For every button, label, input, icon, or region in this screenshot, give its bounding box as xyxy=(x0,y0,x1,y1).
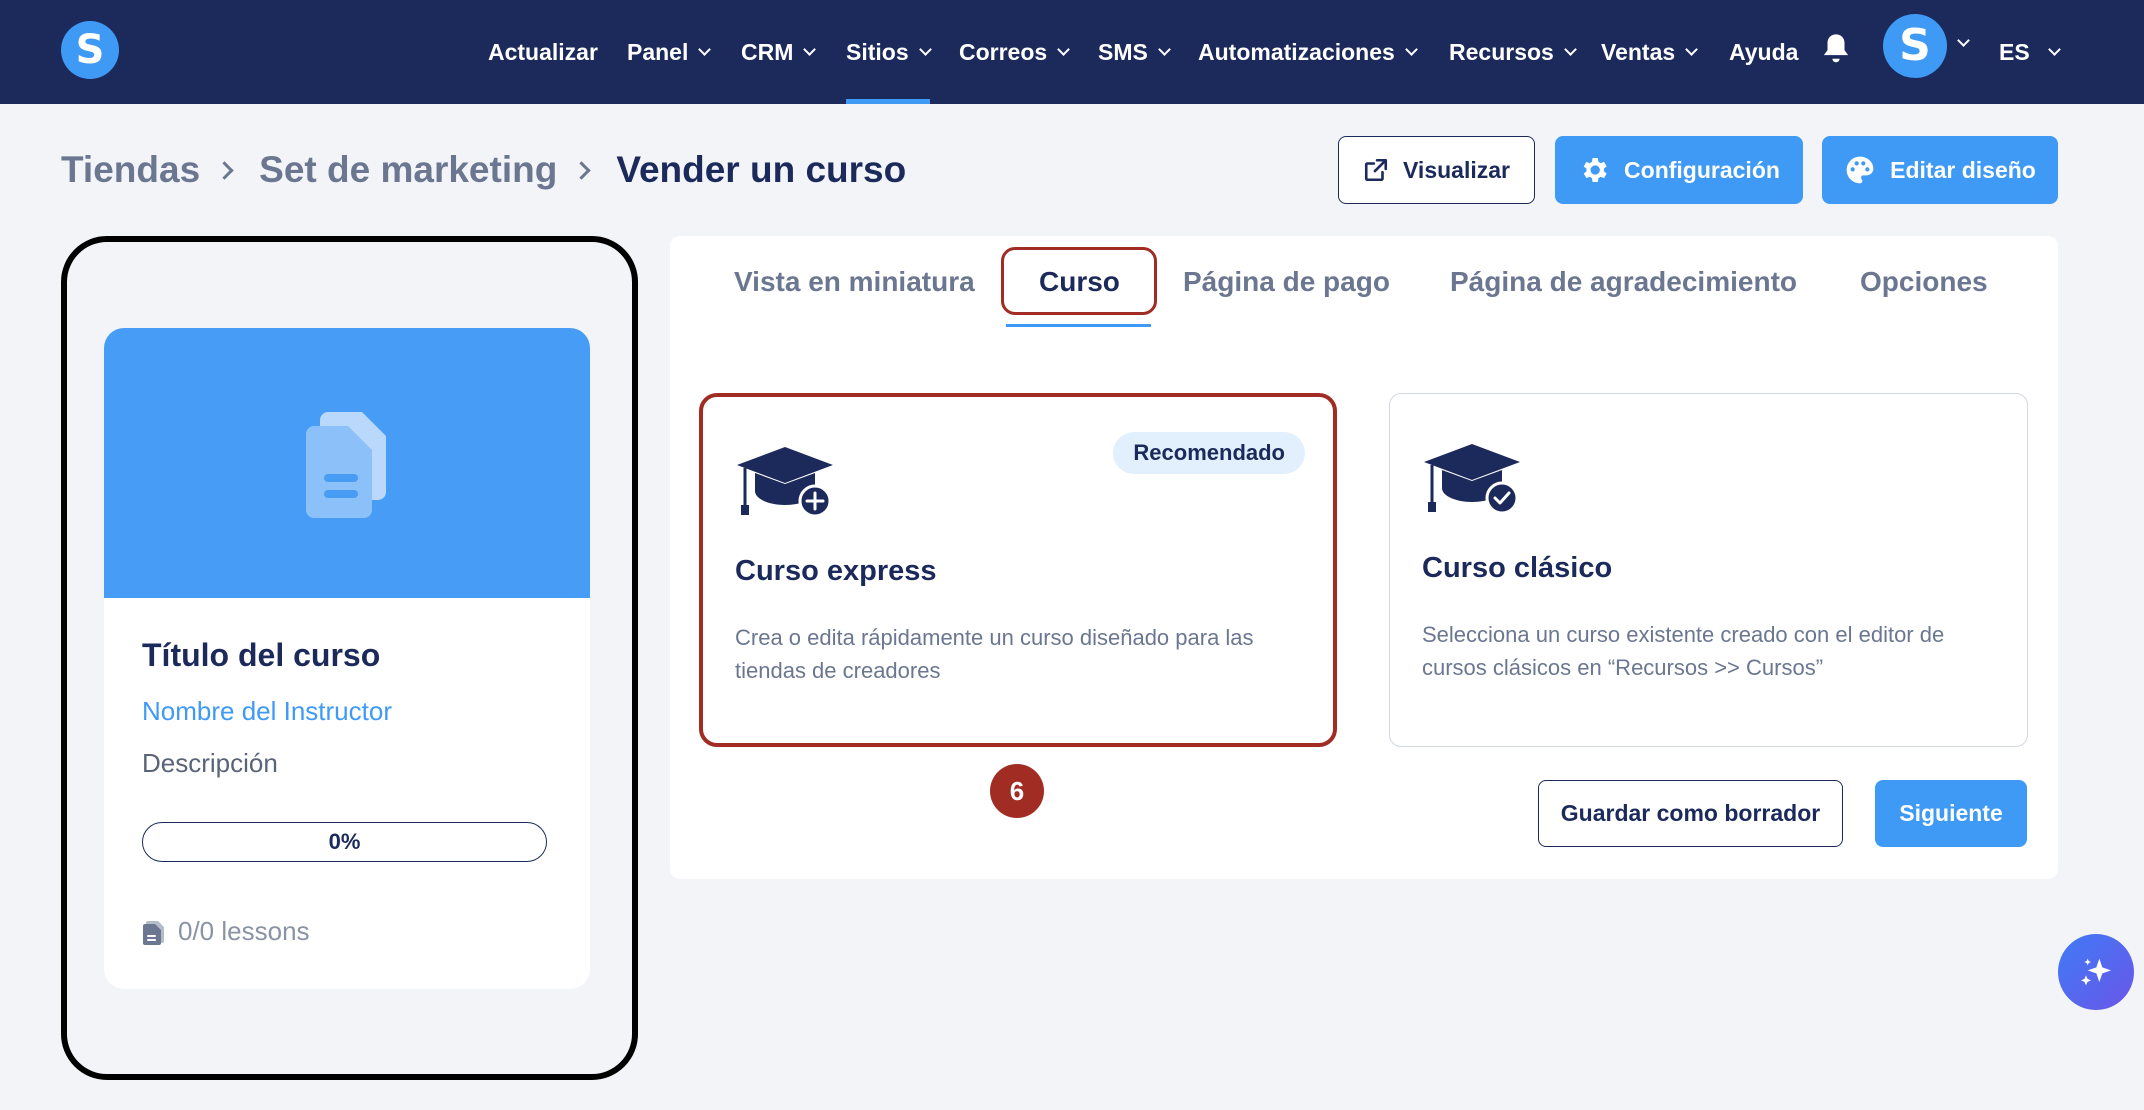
breadcrumb-tiendas[interactable]: Tiendas xyxy=(61,149,200,191)
course-title: Título del curso xyxy=(142,637,381,673)
sparkles-icon xyxy=(2081,958,2111,986)
course-instructor: Nombre del Instructor xyxy=(142,696,392,726)
nav-item-sms[interactable]: SMS xyxy=(1098,0,1171,104)
nav-item-label: Panel xyxy=(627,38,689,65)
nav-item-ayuda[interactable]: Ayuda xyxy=(1729,0,1798,104)
nav-item-panel[interactable]: Panel xyxy=(627,0,712,104)
chevron-right-icon xyxy=(215,160,234,180)
bell-icon[interactable] xyxy=(1821,32,1851,66)
chevron-right-icon xyxy=(572,160,592,180)
nav-item-label: Correos xyxy=(959,38,1048,65)
chevron-down-icon xyxy=(1563,42,1577,56)
nav-item-label: Automatizaciones xyxy=(1198,38,1395,65)
option-description: Selecciona un curso existente creado con… xyxy=(1422,622,1945,680)
language-selector[interactable]: ES xyxy=(1999,0,2061,104)
tab-pagina-de-pago[interactable]: Página de pago xyxy=(1183,266,1390,306)
course-preview-card: Título del curso Nombre del Instructor D… xyxy=(104,328,590,989)
documents-icon xyxy=(306,412,386,518)
user-avatar[interactable]: S xyxy=(1883,14,1947,78)
language-label: ES xyxy=(1999,38,2030,65)
lessons-count: 0/0 lessons xyxy=(142,916,310,947)
lessons-label: 0/0 lessons xyxy=(178,916,310,946)
graduation-cap-plus-icon xyxy=(737,447,833,518)
option-card-curso-clasico[interactable]: Curso clásico Selecciona un curso existe… xyxy=(1389,393,2028,747)
chevron-down-icon xyxy=(1157,42,1171,56)
ai-assistant-button[interactable] xyxy=(2058,934,2134,1010)
external-link-icon xyxy=(1364,158,1388,182)
settings-button[interactable]: Configuración xyxy=(1555,136,1803,204)
edit-design-button-label: Editar diseño xyxy=(1890,156,2036,183)
course-description: Descripción xyxy=(142,748,278,778)
nav-item-label: Ayuda xyxy=(1729,38,1799,65)
palette-icon xyxy=(1846,156,1874,184)
chevron-down-icon xyxy=(1404,42,1418,56)
preview-button-label: Visualizar xyxy=(1403,156,1510,183)
document-icon xyxy=(143,920,164,945)
nav-item-recursos[interactable]: Recursos xyxy=(1449,0,1577,104)
nav-item-crm[interactable]: CRM xyxy=(741,0,817,104)
chevron-down-icon xyxy=(918,42,932,56)
course-progress-bar: 0% xyxy=(142,822,547,862)
option-description: Crea o edita rápidamente un curso diseña… xyxy=(735,625,1254,683)
chevron-down-icon xyxy=(803,42,817,56)
nav-item-label: CRM xyxy=(741,38,794,65)
save-draft-button[interactable]: Guardar como borrador xyxy=(1538,780,1843,847)
progress-label: 0% xyxy=(328,829,361,854)
preview-button[interactable]: Visualizar xyxy=(1338,136,1535,204)
chevron-down-icon xyxy=(698,42,712,56)
settings-button-label: Configuración xyxy=(1624,156,1780,183)
app-logo[interactable]: S xyxy=(61,21,119,79)
step-number-badge: 6 xyxy=(990,764,1044,818)
option-card-curso-express[interactable]: Recomendado Curso express Crea o edita r… xyxy=(699,393,1337,747)
nav-item-actualizar[interactable]: Actualizar xyxy=(488,0,598,104)
breadcrumb: Tiendas Set de marketing Vender un curso xyxy=(61,145,906,195)
gear-icon xyxy=(1583,158,1607,182)
top-navbar: S Actualizar Panel CRM Sitios Correos SM… xyxy=(0,0,2144,104)
nav-item-label: Sitios xyxy=(846,38,909,65)
graduation-cap-check-icon xyxy=(1424,444,1520,515)
nav-item-ventas[interactable]: Ventas xyxy=(1601,0,1699,104)
nav-item-label: Recursos xyxy=(1449,38,1554,65)
nav-item-correos[interactable]: Correos xyxy=(959,0,1071,104)
tab-highlight-outline xyxy=(1001,247,1157,315)
chevron-down-icon[interactable] xyxy=(1957,34,1970,47)
breadcrumb-set-de-marketing[interactable]: Set de marketing xyxy=(259,149,557,191)
tab-pagina-de-agradecimiento[interactable]: Página de agradecimiento xyxy=(1450,266,1797,306)
tab-opciones[interactable]: Opciones xyxy=(1860,266,1988,306)
nav-item-label: Ventas xyxy=(1601,38,1676,65)
chevron-down-icon xyxy=(2047,42,2061,56)
edit-design-button[interactable]: Editar diseño xyxy=(1822,136,2058,204)
nav-item-label: SMS xyxy=(1098,38,1148,65)
nav-item-sitios[interactable]: Sitios xyxy=(846,0,932,104)
nav-item-automatizaciones[interactable]: Automatizaciones xyxy=(1198,0,1418,104)
option-title: Curso express xyxy=(735,555,937,587)
chevron-down-icon xyxy=(1685,42,1699,56)
option-title: Curso clásico xyxy=(1422,552,1613,584)
course-thumbnail xyxy=(104,328,590,598)
recommended-badge: Recomendado xyxy=(1113,432,1305,474)
page-title: Vender un curso xyxy=(616,149,907,190)
chevron-down-icon xyxy=(1057,42,1071,56)
tab-vista-en-miniatura[interactable]: Vista en miniatura xyxy=(734,266,975,306)
active-tab-indicator xyxy=(1006,324,1151,327)
nav-item-label: Actualizar xyxy=(488,38,598,65)
next-button[interactable]: Siguiente xyxy=(1875,780,2027,847)
